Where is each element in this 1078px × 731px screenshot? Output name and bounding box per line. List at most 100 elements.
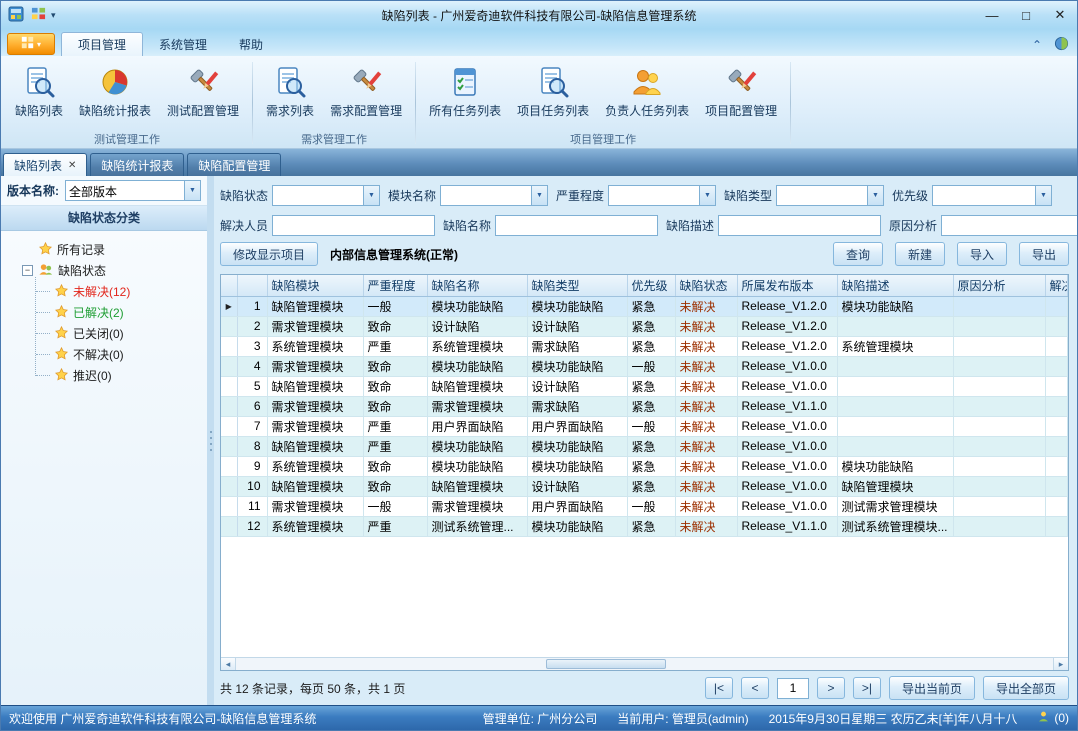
filter-defect-name-input[interactable] bbox=[495, 215, 658, 236]
maximize-button[interactable]: □ bbox=[1009, 4, 1043, 26]
table-row[interactable]: 8缺陷管理模块严重模块功能缺陷模块功能缺陷紧急未解决Release_V1.0.0 bbox=[221, 436, 1068, 456]
export-button[interactable]: 导出 bbox=[1019, 242, 1069, 266]
style-icon[interactable] bbox=[1049, 34, 1073, 56]
table-row[interactable]: 11需求管理模块一般需求管理模块用户界面缺陷一般未解决Release_V1.0.… bbox=[221, 496, 1068, 516]
filter-priority-select[interactable]: ▼ bbox=[932, 185, 1052, 206]
star-icon bbox=[55, 368, 68, 384]
app-icon[interactable] bbox=[7, 6, 25, 24]
star-icon bbox=[55, 347, 68, 363]
current-user-label: 当前用户: 管理员(admin) bbox=[617, 710, 748, 727]
tree-item-status-2[interactable]: 已关闭(0) bbox=[5, 323, 203, 344]
filter-severity-select[interactable]: ▼ bbox=[608, 185, 716, 206]
collapse-icon[interactable]: − bbox=[22, 265, 33, 276]
pagination-bar: 共 12 条记录，每页 50 条，共 1 页 |< < > >| 导出当前页 导… bbox=[220, 671, 1069, 705]
all-tasks-button[interactable]: 所有任务列表 bbox=[422, 61, 508, 123]
filter-cause-analysis-input[interactable] bbox=[941, 215, 1078, 236]
tab-defect-list[interactable]: 缺陷列表 ✕ bbox=[3, 153, 87, 176]
export-all-pages-button[interactable]: 导出全部页 bbox=[983, 676, 1069, 700]
tab-defect-config[interactable]: 缺陷配置管理 bbox=[187, 153, 281, 176]
scroll-left-icon[interactable]: ◂ bbox=[221, 658, 236, 670]
import-button[interactable]: 导入 bbox=[957, 242, 1007, 266]
tree-children: 未解决(12)已解决(2)已关闭(0)不解决(0)推迟(0) bbox=[5, 281, 203, 386]
table-row[interactable]: 3系统管理模块严重系统管理模块需求缺陷紧急未解决Release_V1.2.0系统… bbox=[221, 336, 1068, 356]
close-button[interactable]: ✕ bbox=[1043, 4, 1077, 26]
filter-defect-status-select[interactable]: ▼ bbox=[272, 185, 380, 206]
tab-defect-report[interactable]: 缺陷统计报表 bbox=[90, 153, 184, 176]
tab-close-icon[interactable]: ✕ bbox=[68, 160, 76, 171]
owner-tasks-button[interactable]: 负责人任务列表 bbox=[598, 61, 696, 123]
quick-access-dropdown-icon[interactable]: ▾ bbox=[51, 10, 56, 21]
star-icon bbox=[55, 326, 68, 342]
requirement-config-button[interactable]: 需求配置管理 bbox=[323, 61, 409, 123]
grid-toolbar: 修改显示项目 内部信息管理系统(正常) 查询 新建 导入 导出 bbox=[220, 240, 1069, 268]
star-icon bbox=[55, 305, 68, 321]
next-page-button[interactable]: > bbox=[817, 677, 845, 699]
filter-defect-desc-input[interactable] bbox=[718, 215, 881, 236]
table-row[interactable]: 5缺陷管理模块致命缺陷管理模块设计缺陷紧急未解决Release_V1.0.0 bbox=[221, 376, 1068, 396]
table-row[interactable]: 12系统管理模块严重测试系统管理...模块功能缺陷紧急未解决Release_V1… bbox=[221, 516, 1068, 536]
row-number-cell: 4 bbox=[237, 356, 267, 376]
ribbon: 缺陷列表 缺陷统计报表 测试配置管理 测试管理工作 需求列表 bbox=[1, 56, 1077, 149]
grid-icon[interactable] bbox=[29, 6, 47, 24]
tools-icon bbox=[724, 65, 758, 99]
chevron-down-icon: ▼ bbox=[867, 186, 883, 205]
requirement-list-button[interactable]: 需求列表 bbox=[259, 61, 321, 123]
scrollbar-thumb[interactable] bbox=[546, 659, 666, 669]
project-tasks-button[interactable]: 项目任务列表 bbox=[510, 61, 596, 123]
tree-item-status-4[interactable]: 推迟(0) bbox=[5, 365, 203, 386]
chevron-down-icon: ▼ bbox=[531, 186, 547, 205]
row-pointer-cell bbox=[221, 416, 237, 436]
app-menu-button[interactable]: ▾ bbox=[7, 33, 55, 55]
system-status-label: 内部信息管理系统(正常) bbox=[330, 246, 458, 263]
row-pointer-cell bbox=[221, 496, 237, 516]
date-label: 2015年9月30日星期三 农历乙未[羊]年八月十八 bbox=[769, 710, 1018, 727]
page-number-input[interactable] bbox=[777, 678, 809, 699]
query-button[interactable]: 查询 bbox=[833, 242, 883, 266]
row-number-cell: 5 bbox=[237, 376, 267, 396]
ribbon-group-title: 测试管理工作 bbox=[3, 131, 251, 148]
filter-defect-type-select[interactable]: ▼ bbox=[776, 185, 884, 206]
last-page-button[interactable]: >| bbox=[853, 677, 881, 699]
first-page-button[interactable]: |< bbox=[705, 677, 733, 699]
modify-display-button[interactable]: 修改显示项目 bbox=[220, 242, 318, 266]
tree-item-status-0[interactable]: 未解决(12) bbox=[5, 281, 203, 302]
tools-icon bbox=[349, 65, 383, 99]
filter-module-name-select[interactable]: ▼ bbox=[440, 185, 548, 206]
status-cell: 未解决 bbox=[675, 496, 737, 516]
tree-item-status-3[interactable]: 不解决(0) bbox=[5, 344, 203, 365]
test-config-button[interactable]: 测试配置管理 bbox=[160, 61, 246, 123]
table-row[interactable]: ▶1缺陷管理模块一般模块功能缺陷模块功能缺陷紧急未解决Release_V1.2.… bbox=[221, 296, 1068, 316]
table-row[interactable]: 4需求管理模块致命模块功能缺陷模块功能缺陷一般未解决Release_V1.0.0 bbox=[221, 356, 1068, 376]
ribbon-tab-strip: ▾ 项目管理 系统管理 帮助 ⌃ bbox=[1, 29, 1077, 56]
scroll-right-icon[interactable]: ▸ bbox=[1053, 658, 1068, 670]
table-row[interactable]: 9系统管理模块致命模块功能缺陷模块功能缺陷紧急未解决Release_V1.0.0… bbox=[221, 456, 1068, 476]
quick-access-toolbar: ▾ bbox=[1, 6, 56, 24]
row-number-cell: 11 bbox=[237, 496, 267, 516]
collapse-ribbon-icon[interactable]: ⌃ bbox=[1025, 34, 1049, 56]
chevron-down-icon: ▾ bbox=[37, 40, 41, 49]
new-button[interactable]: 新建 bbox=[895, 242, 945, 266]
table-row[interactable]: 2需求管理模块致命设计缺陷设计缺陷紧急未解决Release_V1.2.0 bbox=[221, 316, 1068, 336]
status-cell: 未解决 bbox=[675, 396, 737, 416]
table-row[interactable]: 6需求管理模块致命需求管理模块需求缺陷紧急未解决Release_V1.1.0 bbox=[221, 396, 1068, 416]
table-row[interactable]: 10缺陷管理模块致命缺陷管理模块设计缺陷紧急未解决Release_V1.0.0缺… bbox=[221, 476, 1068, 496]
group-separator bbox=[252, 62, 253, 144]
filter-solver-input[interactable] bbox=[272, 215, 435, 236]
tree-item-status-1[interactable]: 已解决(2) bbox=[5, 302, 203, 323]
defect-report-button[interactable]: 缺陷统计报表 bbox=[72, 61, 158, 123]
export-current-page-button[interactable]: 导出当前页 bbox=[889, 676, 975, 700]
grid-scroll-area: 缺陷模块 严重程度 缺陷名称 缺陷类型 优先级 缺陷状态 所属发布版本 缺陷描述… bbox=[221, 275, 1068, 657]
ribbon-tab-system[interactable]: 系统管理 bbox=[143, 32, 223, 56]
defect-list-button[interactable]: 缺陷列表 bbox=[8, 61, 70, 123]
chevron-down-icon: ▼ bbox=[1035, 186, 1051, 205]
ribbon-tab-project[interactable]: 项目管理 bbox=[61, 32, 143, 56]
version-select[interactable]: 全部版本 ▼ bbox=[65, 180, 201, 201]
minimize-button[interactable]: — bbox=[975, 4, 1009, 26]
tree-item-all-records[interactable]: 所有记录 bbox=[5, 239, 203, 260]
table-row[interactable]: 7需求管理模块严重用户界面缺陷用户界面缺陷一般未解决Release_V1.0.0 bbox=[221, 416, 1068, 436]
sidebar-splitter[interactable] bbox=[207, 176, 214, 705]
horizontal-scrollbar[interactable]: ◂ ▸ bbox=[221, 657, 1068, 670]
ribbon-tab-help[interactable]: 帮助 bbox=[223, 32, 279, 56]
prev-page-button[interactable]: < bbox=[741, 677, 769, 699]
project-config-button[interactable]: 项目配置管理 bbox=[698, 61, 784, 123]
